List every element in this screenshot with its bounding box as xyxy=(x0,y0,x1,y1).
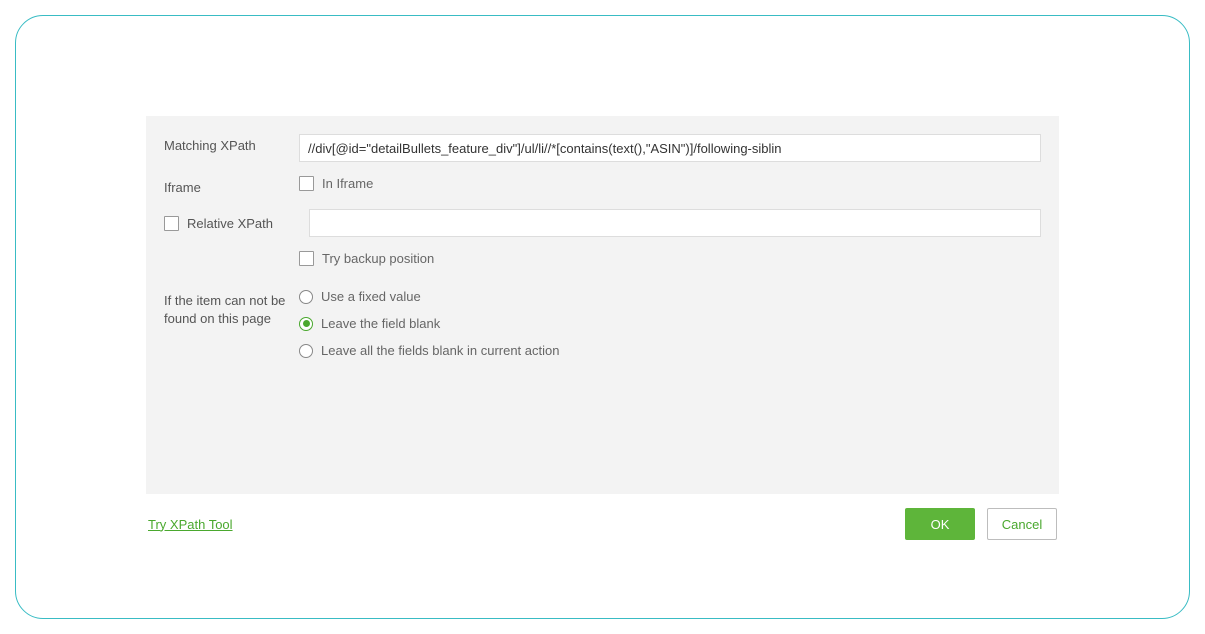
in-iframe-checkbox-label: In Iframe xyxy=(322,176,373,191)
relative-xpath-checkbox-wrap[interactable]: Relative XPath xyxy=(164,216,299,231)
outer-frame: Matching XPath Iframe In Iframe xyxy=(15,15,1190,619)
iframe-label: Iframe xyxy=(164,176,299,195)
relative-xpath-checkbox[interactable] xyxy=(164,216,179,231)
iframe-control: In Iframe xyxy=(299,176,1041,191)
not-found-row: If the item can not be found on this pag… xyxy=(164,288,1041,370)
radio-leave-all-blank[interactable]: Leave all the fields blank in current ac… xyxy=(299,343,1041,358)
ok-button[interactable]: OK xyxy=(905,508,975,540)
in-iframe-checkbox[interactable] xyxy=(299,176,314,191)
radio-leave-field-blank-input[interactable] xyxy=(299,317,313,331)
matching-xpath-input[interactable] xyxy=(299,134,1041,162)
relative-xpath-input-wrap xyxy=(309,209,1041,237)
radio-use-fixed-value-label: Use a fixed value xyxy=(321,289,421,304)
not-found-label-line2: found on this page xyxy=(164,311,271,326)
button-group: OK Cancel xyxy=(905,508,1057,540)
radio-leave-all-blank-input[interactable] xyxy=(299,344,313,358)
try-xpath-tool-link[interactable]: Try XPath Tool xyxy=(148,517,233,532)
radio-use-fixed-value[interactable]: Use a fixed value xyxy=(299,289,1041,304)
dialog-content: Matching XPath Iframe In Iframe xyxy=(146,116,1059,554)
cancel-button[interactable]: Cancel xyxy=(987,508,1057,540)
try-backup-checkbox-wrap[interactable]: Try backup position xyxy=(299,251,1041,266)
try-backup-checkbox-label: Try backup position xyxy=(322,251,434,266)
iframe-row: Iframe In Iframe xyxy=(164,176,1041,195)
not-found-label-line1: If the item can not be xyxy=(164,293,285,308)
radio-leave-field-blank[interactable]: Leave the field blank xyxy=(299,316,1041,331)
matching-xpath-row: Matching XPath xyxy=(164,134,1041,162)
in-iframe-checkbox-wrap[interactable]: In Iframe xyxy=(299,176,1041,191)
matching-xpath-control xyxy=(299,134,1041,162)
radio-use-fixed-value-input[interactable] xyxy=(299,290,313,304)
not-found-options: Use a fixed value Leave the field blank … xyxy=(299,288,1041,370)
radio-leave-all-blank-label: Leave all the fields blank in current ac… xyxy=(321,343,559,358)
relative-xpath-input[interactable] xyxy=(309,209,1041,237)
not-found-label: If the item can not be found on this pag… xyxy=(164,288,299,327)
footer-bar: Try XPath Tool OK Cancel xyxy=(146,494,1059,554)
relative-xpath-row: Relative XPath xyxy=(164,209,1041,237)
try-backup-checkbox[interactable] xyxy=(299,251,314,266)
form-panel: Matching XPath Iframe In Iframe xyxy=(146,116,1059,494)
matching-xpath-label: Matching XPath xyxy=(164,134,299,153)
backup-row: Try backup position xyxy=(164,251,1041,266)
radio-leave-field-blank-label: Leave the field blank xyxy=(321,316,440,331)
relative-xpath-checkbox-label: Relative XPath xyxy=(187,216,273,231)
